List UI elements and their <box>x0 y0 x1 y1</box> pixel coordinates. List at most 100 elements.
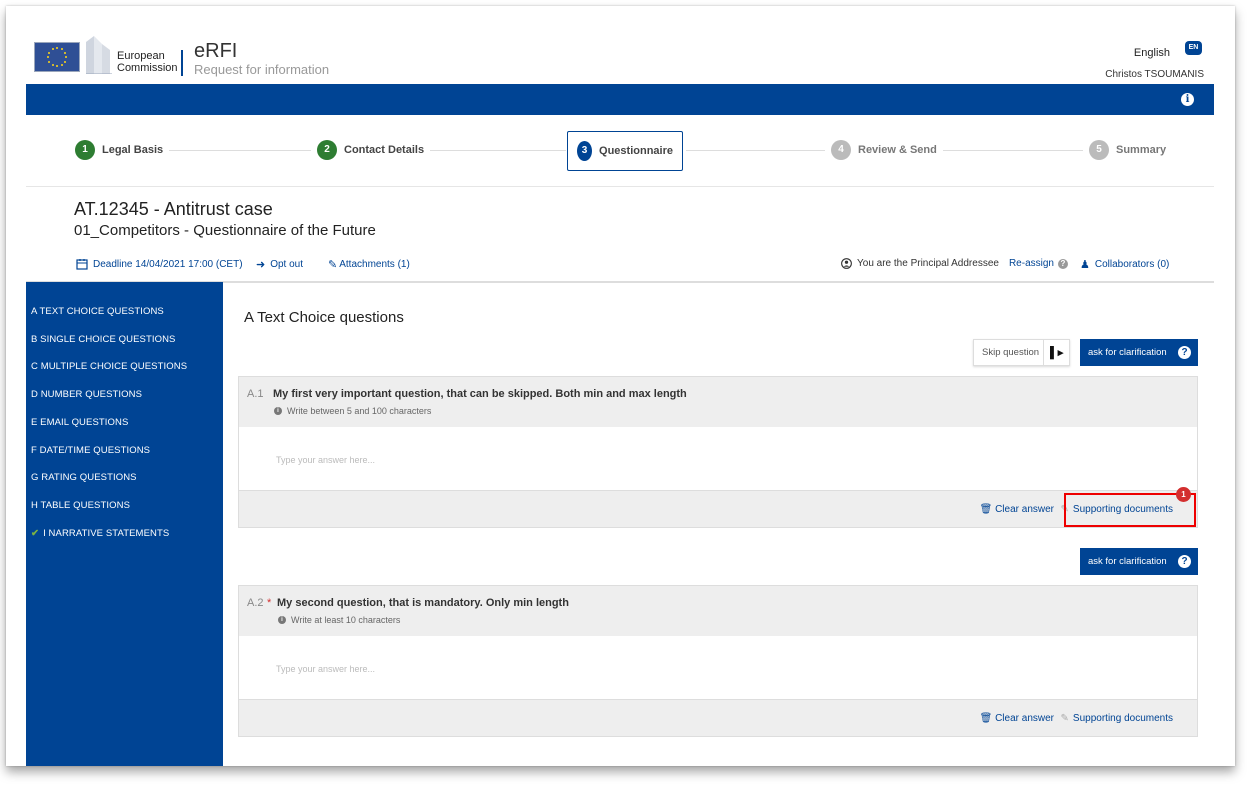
site-header: European Commission eRFI Request for inf… <box>26 6 1214 84</box>
deadline-info: Deadline 14/04/2021 17:00 (CET) <box>76 258 243 270</box>
help-icon[interactable]: ? <box>1057 258 1068 269</box>
attachments-link[interactable]: ✎ Attachments (1) <box>328 258 410 271</box>
question-footer: 🗑 Clear answer ✎ Supporting documents <box>239 700 1197 736</box>
sidebar-item-datetime[interactable]: F DATE/TIME QUESTIONS <box>31 445 150 456</box>
question-header: A.1 My first very important question, th… <box>239 377 1197 427</box>
supporting-documents-button[interactable]: ✎ Supporting documents <box>1061 713 1173 724</box>
collaborators-link[interactable]: ♟ Collaborators (0) <box>1080 258 1169 271</box>
language-code-badge[interactable]: EN <box>1185 41 1202 55</box>
flag-star <box>56 65 58 67</box>
collaborators-label: Collaborators (0) <box>1094 259 1170 270</box>
step-review-send[interactable]: 4 Review & Send <box>825 139 943 161</box>
step-connector <box>686 150 831 151</box>
clarification-label: ask for clarification <box>1088 347 1167 358</box>
attachments-label: Attachments (1) <box>339 259 410 270</box>
eu-flag-icon <box>34 42 80 72</box>
app-window: European Commission eRFI Request for inf… <box>26 6 1214 766</box>
reassign-link[interactable]: Re-assign <box>1009 258 1054 269</box>
case-subtitle: 01_Competitors - Questionnaire of the Fu… <box>74 222 376 239</box>
step-connector <box>426 150 566 151</box>
flag-star <box>56 47 58 49</box>
step-number: 3 <box>577 141 593 161</box>
calendar-icon <box>76 259 88 270</box>
principal-addressee-info: You are the Principal Addressee Re-assig… <box>841 258 1068 269</box>
opt-out-link[interactable]: ➜ Opt out <box>256 258 303 271</box>
sidebar-item-narrative[interactable]: ✔ I NARRATIVE STATEMENTS <box>31 528 169 539</box>
top-nav-bar: i <box>26 84 1214 115</box>
flag-star <box>60 63 63 66</box>
principal-text: You are the Principal Addressee <box>857 258 999 269</box>
step-legal-basis[interactable]: 1 Legal Basis <box>69 139 170 161</box>
deadline-text: Deadline 14/04/2021 17:00 (CET) <box>93 258 243 270</box>
clarification-label: ask for clarification <box>1088 556 1167 567</box>
question-icon: ? <box>1178 346 1191 359</box>
question-number: A.1 <box>247 388 264 400</box>
step-contact-details[interactable]: 2 Contact Details <box>311 139 431 161</box>
question-text: My first very important question, that c… <box>273 388 687 400</box>
clear-answer-label: Clear answer <box>995 504 1054 515</box>
step-connector <box>166 150 326 151</box>
skip-question-button[interactable]: Skip question ▌▸ <box>973 339 1070 366</box>
sidebar-item-rating[interactable]: G RATING QUESTIONS <box>31 472 137 483</box>
app-title: eRFI <box>194 40 238 62</box>
sidebar-item-text-choice[interactable]: A TEXT CHOICE QUESTIONS <box>31 306 164 317</box>
clear-answer-button[interactable]: 🗑 Clear answer <box>980 713 1054 724</box>
question-card: A.1 My first very important question, th… <box>238 376 1198 528</box>
question-hint: i Write at least 10 characters <box>278 615 400 625</box>
flag-star <box>65 56 67 58</box>
sign-out-icon: ➜ <box>256 259 266 271</box>
hint-text: Write between 5 and 100 characters <box>287 406 432 416</box>
case-title: AT.12345 - Antitrust case <box>74 199 273 219</box>
logo-text: European Commission <box>117 50 178 74</box>
skip-forward-icon: ▌▸ <box>1043 340 1069 365</box>
sidebar-item-number[interactable]: D NUMBER QUESTIONS <box>31 389 142 400</box>
step-summary[interactable]: 5 Summary <box>1083 139 1173 161</box>
sidebar-item-single-choice[interactable]: B SINGLE CHOICE QUESTIONS <box>31 334 176 345</box>
paperclip-icon: ✎ <box>328 259 338 271</box>
question-card: A.2 * My second question, that is mandat… <box>238 585 1198 737</box>
logo-separator <box>181 50 183 76</box>
question-icon: ? <box>1178 555 1191 568</box>
ask-clarification-button[interactable]: ask for clarification ? <box>1080 339 1198 366</box>
european-commission-logo[interactable]: European Commission <box>34 34 184 76</box>
info-icon: i <box>274 407 282 415</box>
step-label: Review & Send <box>858 144 937 156</box>
step-label: Summary <box>1116 144 1167 156</box>
check-icon: ✔ <box>31 528 40 539</box>
users-icon: ♟ <box>1080 259 1090 271</box>
step-questionnaire[interactable]: 3 Questionnaire <box>567 131 683 171</box>
info-icon: i <box>278 616 286 624</box>
section-sidebar: A TEXT CHOICE QUESTIONS B SINGLE CHOICE … <box>26 282 223 766</box>
user-circle-icon <box>841 258 852 269</box>
hint-text: Write at least 10 characters <box>291 615 401 625</box>
screenshot-frame: European Commission eRFI Request for inf… <box>6 6 1235 766</box>
user-name[interactable]: Christos TSOUMANIS <box>1105 69 1204 80</box>
progress-stepper: 1 Legal Basis 2 Contact Details 3 Questi… <box>26 115 1214 187</box>
sidebar-item-email[interactable]: E EMAIL QUESTIONS <box>31 417 128 428</box>
logo-line-2: Commission <box>117 62 178 74</box>
commission-building-icon <box>86 36 112 74</box>
answer-textarea[interactable]: Type your answer here... <box>239 636 1197 700</box>
ask-clarification-button[interactable]: ask for clarification ? <box>1080 548 1198 575</box>
step-label: Legal Basis <box>102 144 164 156</box>
answer-placeholder: Type your answer here... <box>276 664 376 674</box>
document-count-badge: 1 <box>1176 487 1191 502</box>
flag-star <box>51 63 54 66</box>
language-selector[interactable]: English <box>1134 47 1170 59</box>
flag-star <box>63 60 66 63</box>
flag-star <box>48 60 51 63</box>
sidebar-item-table[interactable]: H TABLE QUESTIONS <box>31 500 130 511</box>
info-icon[interactable]: i <box>1181 93 1194 106</box>
flag-star <box>51 48 54 51</box>
flag-star <box>63 51 66 54</box>
sidebar-item-multiple-choice[interactable]: C MULTIPLE CHOICE QUESTIONS <box>31 361 187 372</box>
logo-line-1: European <box>117 50 165 62</box>
step-number: 1 <box>75 140 95 160</box>
answer-textarea[interactable]: Type your answer here... <box>239 427 1197 491</box>
step-number: 2 <box>317 140 337 160</box>
question-footer: 🗑 Clear answer ✎ Supporting documents 1 <box>239 487 1197 527</box>
question-text: My second question, that is mandatory. O… <box>277 597 569 609</box>
app-subtitle: Request for information <box>194 62 330 77</box>
clear-answer-button[interactable]: 🗑 Clear answer <box>980 504 1054 515</box>
step-connector <box>936 150 1086 151</box>
